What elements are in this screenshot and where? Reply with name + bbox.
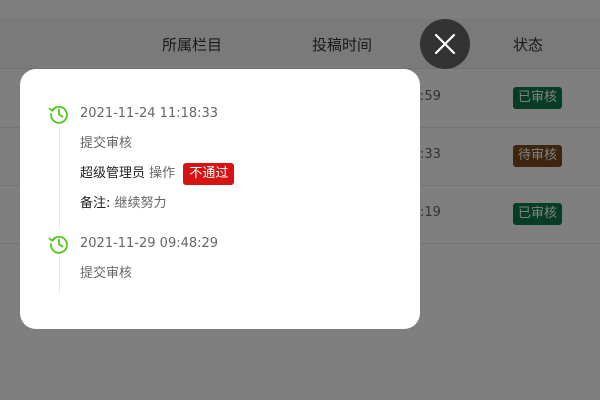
close-icon [434,33,456,55]
review-history-dialog: 2021-11-24 11:18:33 提交审核 超级管理员 操作 不通过 备注… [20,69,420,329]
review-timeline: 2021-11-24 11:18:33 提交审核 超级管理员 操作 不通过 备注… [48,103,398,293]
timeline-timestamp: 2021-11-24 11:18:33 [80,106,219,121]
history-clock-icon [48,105,68,124]
timeline-timestamp: 2021-11-29 09:48:29 [80,236,219,251]
close-button[interactable] [420,19,470,69]
timeline-note: 备注: 继续努力 [80,193,398,215]
timeline-connector [59,127,60,229]
timeline-item: 2021-11-24 11:18:33 提交审核 超级管理员 操作 不通过 备注… [48,103,398,233]
timeline-operation: 超级管理员 操作 不通过 [80,163,398,185]
timeline-action: 提交审核 [80,136,133,151]
note-text: 继续努力 [114,196,167,211]
timeline-connector [59,257,60,293]
reject-badge: 不通过 [183,163,235,185]
history-clock-icon [48,235,68,254]
operation-label: 操作 [149,166,176,181]
operator-name: 超级管理员 [80,166,146,181]
timeline-item: 2021-11-29 09:48:29 提交审核 [48,233,398,293]
timeline-action: 提交审核 [80,266,133,281]
note-label: 备注: [80,196,111,211]
